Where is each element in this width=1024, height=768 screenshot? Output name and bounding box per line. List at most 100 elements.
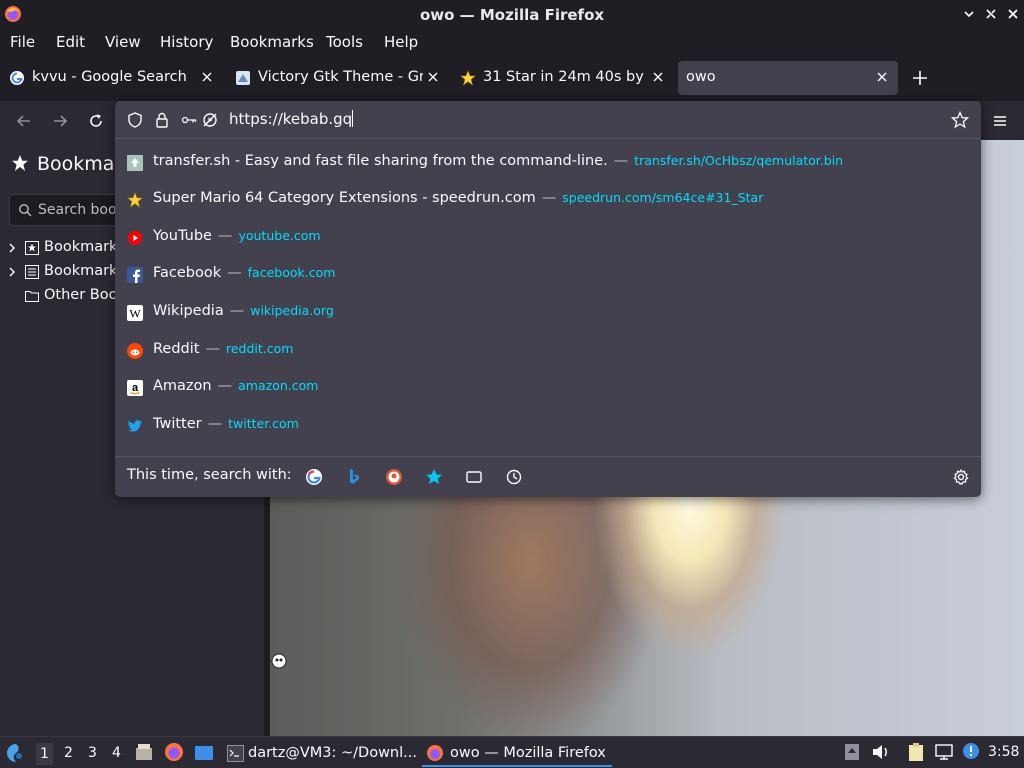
result-title: Twitter	[153, 416, 202, 432]
toolbar-folder-icon	[25, 241, 39, 255]
tab-google-search[interactable]: kvvu - Google Search	[0, 61, 220, 95]
address-bar-value: https://kebab.gq	[229, 110, 353, 128]
firefox-icon	[427, 745, 443, 761]
result-title: Super Mario 64 Category Extensions - spe…	[153, 190, 536, 206]
search-icon	[19, 204, 32, 217]
tab-label: kvvu - Google Search	[32, 69, 187, 85]
menu-file[interactable]: File	[10, 33, 35, 51]
tabs-search-icon[interactable]	[464, 467, 484, 487]
start-menu-icon[interactable]	[5, 742, 27, 764]
history-search-icon[interactable]	[504, 467, 524, 487]
back-icon[interactable]	[14, 111, 34, 131]
tab-strip: kvvu - Google Search Victory Gtk Theme -…	[0, 56, 1024, 101]
tab-label: owo	[686, 69, 716, 85]
clipboard-icon[interactable]	[906, 742, 926, 762]
tab-31-star[interactable]: 31 Star in 24m 40s by Xia	[451, 61, 671, 95]
menu-tools[interactable]: Tools	[326, 33, 363, 51]
tab-label: Victory Gtk Theme - Gnom	[258, 69, 423, 85]
urlbar-result-row[interactable]: W Wikipedia — wikipedia.org	[115, 295, 981, 331]
close-tab-icon[interactable]	[651, 70, 665, 84]
urlbar-result-row[interactable]: a Amazon — amazon.com	[115, 370, 981, 406]
theme-icon	[236, 71, 250, 85]
window-title: owo — Mozilla Firefox	[419, 6, 605, 24]
system-taskbar: 1 2 3 4 dartz@VM3: ~/Downl... owo — Mozi…	[0, 736, 1024, 768]
tab-victory-gtk-theme[interactable]: Victory Gtk Theme - Gnom	[226, 61, 446, 95]
result-separator: —	[207, 416, 223, 432]
urlbar-result-row[interactable]: transfer.sh - Easy and fast file sharing…	[115, 145, 981, 181]
bookmark-star-outline-icon[interactable]	[951, 111, 969, 129]
menu-view[interactable]: View	[105, 33, 141, 51]
expand-chevron-icon[interactable]	[7, 266, 17, 278]
volume-icon[interactable]	[871, 743, 891, 761]
minimize-icon[interactable]	[962, 7, 976, 21]
result-separator: —	[205, 341, 220, 357]
urlbar-result-row[interactable]: Reddit — reddit.com	[115, 333, 981, 369]
result-separator: —	[217, 228, 233, 244]
svg-text:a: a	[132, 382, 139, 394]
bookmarks-search-icon[interactable]	[424, 467, 444, 487]
title-bar: owo — Mozilla Firefox	[0, 0, 1024, 29]
restore-icon[interactable]	[984, 7, 998, 21]
menu-help[interactable]: Help	[384, 33, 418, 51]
one-off-label: This time, search with:	[127, 467, 292, 483]
svg-text:W: W	[129, 307, 141, 321]
reload-icon[interactable]	[86, 111, 106, 131]
menu-folder-icon	[25, 265, 39, 279]
result-url: youtube.com	[238, 228, 321, 243]
urlbar-result-row[interactable]: Twitter — twitter.com	[115, 408, 981, 444]
menu-bar: File Edit View History Bookmarks Tools H…	[0, 29, 1024, 56]
task-label: owo — Mozilla Firefox	[450, 745, 606, 761]
taskbar-task-terminal[interactable]: dartz@VM3: ~/Downl...	[224, 740, 419, 767]
transfer-icon	[127, 155, 143, 171]
desktop-launcher-icon[interactable]	[194, 743, 214, 763]
workspace-2[interactable]: 2	[64, 745, 73, 761]
workspace-1[interactable]: 1	[36, 743, 53, 765]
notification-icon[interactable]	[962, 742, 980, 760]
close-window-icon[interactable]	[1006, 7, 1020, 21]
tab-owo[interactable]: owo	[678, 61, 898, 95]
folder-icon	[25, 291, 39, 302]
google-engine-icon[interactable]	[304, 467, 324, 487]
urlbar-result-row[interactable]: YouTube — youtube.com	[115, 220, 981, 256]
urlbar-result-row[interactable]: Facebook — facebook.com	[115, 257, 981, 293]
workspace-3[interactable]: 3	[88, 745, 97, 761]
file-manager-launcher-icon[interactable]	[134, 742, 154, 762]
close-tab-icon[interactable]	[875, 70, 889, 84]
star-icon	[127, 192, 143, 208]
close-tab-icon[interactable]	[200, 70, 214, 84]
search-settings-gear-icon[interactable]	[951, 467, 971, 487]
result-separator: —	[229, 303, 245, 319]
twitter-icon	[128, 420, 142, 432]
close-tab-icon[interactable]	[426, 70, 440, 84]
wikipedia-icon: W	[127, 305, 143, 321]
menu-edit[interactable]: Edit	[56, 33, 85, 51]
address-bar-popup: https://kebab.gq transfer.sh - Easy and …	[115, 101, 981, 497]
menu-bookmarks[interactable]: Bookmarks	[230, 33, 314, 51]
bing-engine-icon[interactable]	[344, 467, 364, 487]
address-bar-input[interactable]: https://kebab.gq	[229, 110, 354, 128]
urlbar-result-row[interactable]: Super Mario 64 Category Extensions - spe…	[115, 182, 981, 218]
new-tab-icon[interactable]	[910, 68, 930, 88]
permissions-key-icon[interactable]	[181, 111, 197, 129]
forward-icon[interactable]	[50, 111, 70, 131]
one-off-search-bar: This time, search with:	[115, 456, 981, 497]
taskbar-task-firefox[interactable]: owo — Mozilla Firefox	[422, 740, 612, 767]
app-menu-icon[interactable]	[990, 111, 1010, 131]
lock-icon[interactable]	[153, 111, 171, 129]
taskbar-clock[interactable]: 3:58	[988, 744, 1019, 760]
autoplay-blocked-icon[interactable]	[201, 111, 219, 129]
menu-history[interactable]: History	[160, 33, 213, 51]
bookmark-star-icon	[12, 155, 28, 171]
firefox-launcher-icon[interactable]	[164, 742, 184, 762]
tracking-protection-shield-icon[interactable]	[126, 111, 144, 129]
tray-updates-icon[interactable]	[844, 743, 860, 761]
address-bar[interactable]: https://kebab.gq	[115, 101, 981, 139]
network-icon[interactable]	[934, 743, 954, 761]
result-url: speedrun.com/sm64ce#31_Star	[562, 190, 764, 205]
facebook-icon	[127, 267, 143, 283]
duckduckgo-engine-icon[interactable]	[384, 467, 404, 487]
workspace-4[interactable]: 4	[112, 745, 121, 761]
result-title: YouTube	[153, 228, 212, 244]
expand-chevron-icon[interactable]	[7, 242, 17, 254]
result-separator: —	[217, 378, 233, 394]
